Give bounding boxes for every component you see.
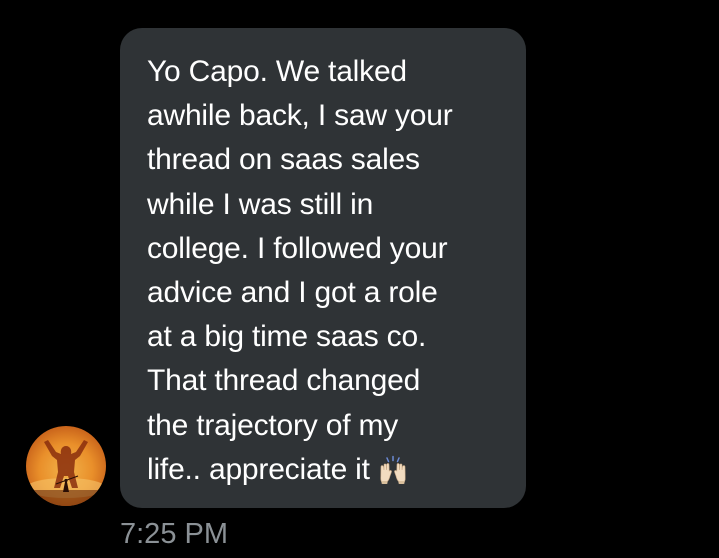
message-thread: Yo Capo. We talked awhile back, I saw yo… [0,0,719,558]
avatar[interactable] [26,426,106,506]
message-line: college. I followed your [147,231,448,265]
message-last-line: life.. appreciate it [147,448,500,498]
message-line: the trajectory of my [147,408,399,442]
avatar-illustration [26,440,106,506]
message-timestamp: 7:25 PM [120,518,228,550]
message-line: Yo Capo. We talked [147,55,407,88]
message-line: while I was still in [147,187,374,221]
message-line: at a big time saas co. [147,320,427,354]
message-line: That thread changed [147,364,421,398]
message-line: awhile back, I saw your [147,99,453,133]
message-bubble[interactable]: Yo Capo. We talked awhile back, I saw yo… [120,28,526,508]
raising-hands-icon [378,454,408,498]
message-line: life.. appreciate it [147,452,370,486]
message-text: Yo Capo. We talked awhile back, I saw yo… [147,50,500,498]
message-line: advice and I got a role [147,276,438,310]
message-line: thread on saas sales [147,143,420,177]
